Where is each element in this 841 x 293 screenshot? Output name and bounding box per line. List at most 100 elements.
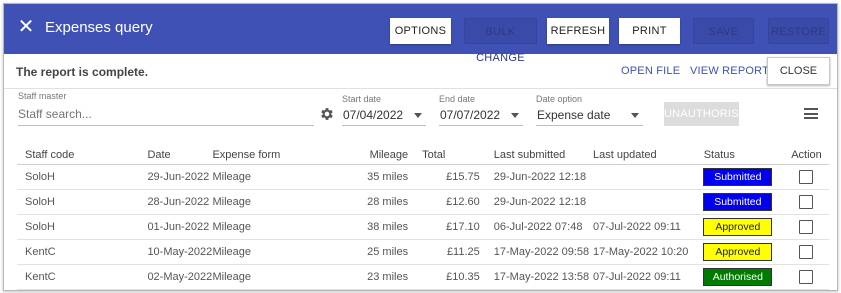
end-date-value[interactable]: 07/07/2022	[440, 108, 500, 122]
refresh-button[interactable]: REFRESH	[547, 18, 609, 44]
close-icon[interactable]: ✕	[16, 17, 36, 37]
chevron-down-icon[interactable]	[631, 113, 639, 118]
action-cell	[783, 214, 829, 240]
total-cell: £10.35	[414, 264, 494, 290]
last-updated-cell	[593, 189, 692, 215]
status-badge: Approved	[703, 218, 773, 236]
column-header-status[interactable]: Status	[691, 146, 784, 165]
status-cell: Authorised	[691, 264, 784, 290]
options-button[interactable]: OPTIONS	[390, 18, 451, 44]
expenses-table: Staff code Date Expense form Mileage Tot…	[17, 146, 829, 290]
action-cell	[783, 264, 829, 290]
staff-code-cell: KentC	[17, 264, 146, 290]
column-header-last-updated[interactable]: Last updated	[593, 146, 692, 165]
table-header-row: Staff code Date Expense form Mileage Tot…	[17, 146, 829, 165]
mileage-cell: 28 miles	[350, 189, 415, 215]
table-row[interactable]: KentC 02-May-2022 Mileage 23 miles £10.35 17-…	[17, 264, 829, 290]
row-select-checkbox[interactable]	[799, 245, 814, 259]
save-button[interactable]: SAVE	[693, 18, 754, 44]
total-cell: £15.75	[414, 164, 494, 190]
action-cell	[783, 239, 829, 265]
row-select-checkbox[interactable]	[799, 195, 814, 209]
last-updated-cell: 07-Jul-2022 09:11	[593, 264, 692, 290]
expense-form-cell: Mileage	[212, 189, 351, 215]
status-badge: Authorised	[703, 268, 773, 286]
column-header-staff-code[interactable]: Staff code	[17, 146, 146, 165]
start-date-underline	[342, 125, 426, 126]
table-row[interactable]: SoloH 28-Jun-2022 Mileage 28 miles £12.60 29-…	[17, 189, 829, 215]
table-row[interactable]: SoloH 29-Jun-2022 Mileage 35 miles £15.75 29-…	[17, 164, 829, 190]
mileage-cell: 35 miles	[350, 164, 415, 190]
staff-search-input[interactable]	[18, 105, 308, 123]
column-header-last-submitted[interactable]: Last submitted	[493, 146, 593, 165]
end-date-underline	[439, 125, 523, 126]
total-cell: £17.10	[414, 214, 494, 240]
expenses-query-window: ✕ Expenses query OPTIONS BULK CHANGE REF…	[3, 3, 838, 291]
action-cell	[783, 164, 829, 190]
last-submitted-cell: 17-May-2022 13:58	[493, 264, 593, 290]
total-cell: £12.60	[414, 189, 494, 215]
staff-search-underline	[18, 125, 314, 126]
expense-form-cell: Mileage	[212, 214, 351, 240]
last-submitted-cell: 17-May-2022 09:58	[493, 239, 593, 265]
end-date-label: End date	[439, 94, 476, 104]
last-updated-cell: 17-May-2022 10:20	[593, 239, 692, 265]
mileage-cell: 38 miles	[350, 214, 415, 240]
staff-master-label: Staff master	[18, 91, 67, 101]
status-badge: Submitted	[703, 193, 773, 211]
staff-code-cell: SoloH	[17, 164, 146, 190]
last-updated-cell: 07-Jul-2022 09:11	[593, 214, 692, 240]
expense-form-cell: Mileage	[212, 264, 351, 290]
staff-code-cell: SoloH	[17, 189, 146, 215]
last-updated-cell	[593, 164, 692, 190]
date-cell: 28-Jun-2022	[145, 189, 213, 215]
row-select-checkbox[interactable]	[799, 220, 814, 234]
page-title: Expenses query	[45, 19, 153, 36]
restore-button[interactable]: RESTORE	[768, 18, 829, 44]
mileage-cell: 23 miles	[350, 264, 415, 290]
last-submitted-cell: 29-Jun-2022 12:18	[493, 189, 593, 215]
last-submitted-cell: 29-Jun-2022 12:18	[493, 164, 593, 190]
status-badge: Approved	[703, 243, 773, 261]
report-status-message: The report is complete.	[16, 65, 149, 79]
mileage-cell: 25 miles	[350, 239, 415, 265]
unauthorise-button[interactable]: UNAUTHORISE	[664, 102, 746, 126]
start-date-value[interactable]: 07/04/2022	[343, 108, 403, 122]
gear-icon[interactable]	[319, 106, 335, 122]
status-cell: Approved	[691, 214, 784, 240]
total-cell: £11.25	[414, 239, 494, 265]
bulk-change-button[interactable]: BULK CHANGE	[464, 18, 537, 64]
date-cell: 02-May-2022	[145, 264, 213, 290]
divider	[4, 88, 837, 89]
staff-code-cell: SoloH	[17, 214, 146, 240]
date-cell: 29-Jun-2022	[145, 164, 213, 190]
date-cell: 10-May-2022	[145, 239, 213, 265]
date-option-underline	[536, 125, 643, 126]
column-header-action[interactable]: Action	[783, 146, 829, 165]
column-header-total[interactable]: Total	[414, 146, 494, 165]
staff-code-cell: KentC	[17, 239, 146, 265]
top-toolbar: ✕ Expenses query OPTIONS BULK CHANGE REF…	[4, 4, 837, 64]
table-row[interactable]: KentC 10-May-2022 Mileage 25 miles £11.25 17-…	[17, 239, 829, 265]
open-file-button[interactable]: OPEN FILE	[621, 65, 680, 77]
chevron-down-icon[interactable]	[414, 113, 422, 118]
row-select-checkbox[interactable]	[799, 170, 814, 184]
print-button[interactable]: PRINT	[619, 18, 680, 44]
expense-form-cell: Mileage	[212, 239, 351, 265]
column-header-expense-form[interactable]: Expense form	[212, 146, 351, 165]
hamburger-menu-icon[interactable]	[804, 108, 818, 119]
date-option-select[interactable]: Expense date	[537, 108, 610, 122]
row-select-checkbox[interactable]	[799, 270, 814, 284]
column-header-mileage[interactable]: Mileage	[350, 146, 415, 165]
status-badge: Submitted	[703, 168, 773, 186]
chevron-down-icon[interactable]	[511, 113, 519, 118]
table-row[interactable]: SoloH 01-Jun-2022 Mileage 38 miles £17.10 06-…	[17, 214, 829, 240]
column-header-date[interactable]: Date	[145, 146, 213, 165]
status-cell: Approved	[691, 239, 784, 265]
close-button[interactable]: CLOSE	[767, 57, 830, 85]
view-report-button[interactable]: VIEW REPORT	[690, 65, 769, 77]
status-cell: Submitted	[691, 189, 784, 215]
date-option-label: Date option	[536, 94, 583, 104]
date-cell: 01-Jun-2022	[145, 214, 213, 240]
expense-form-cell: Mileage	[212, 164, 351, 190]
